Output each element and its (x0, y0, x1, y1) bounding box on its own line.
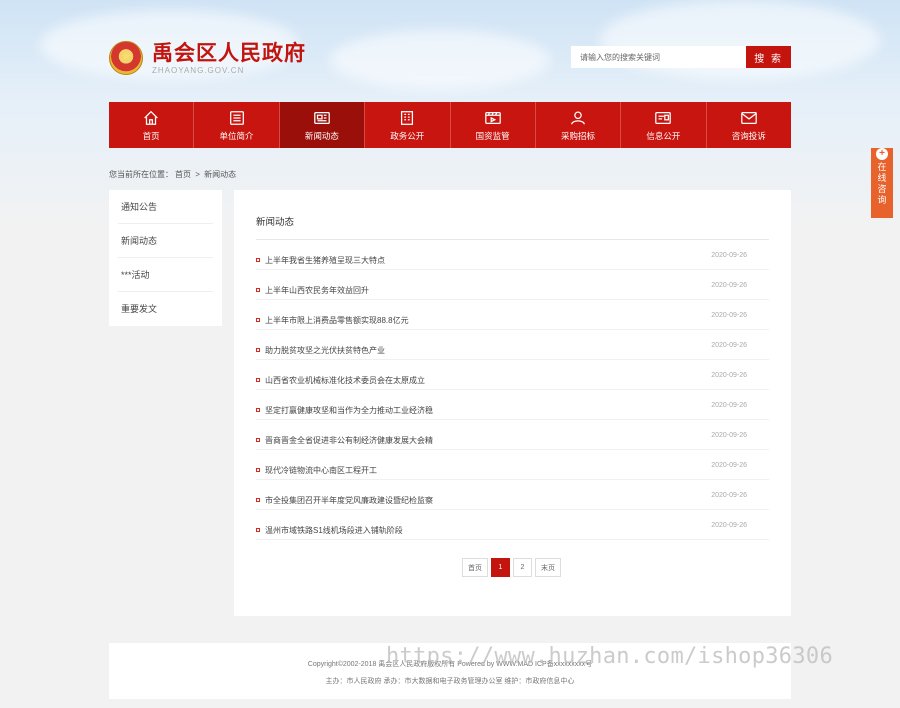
news-title[interactable]: 市全投集团召开半年度党风廉政建设暨纪检监察 (265, 495, 433, 506)
users-icon (571, 111, 585, 125)
breadcrumb-home[interactable]: 首页 (175, 170, 191, 179)
bullet-icon (256, 468, 260, 472)
breadcrumb: 您当前所在位置： 首页 > 新闻动态 (109, 169, 238, 180)
list-item[interactable]: 上半年我省生猪养殖呈现三大特点 2020-09-26 (256, 240, 769, 270)
news-title[interactable]: 助力脱贫攻坚之光伏扶贫特色产业 (265, 345, 385, 356)
sidebar-item-news[interactable]: 新闻动态 (118, 224, 213, 258)
nav-label: 政务公开 (390, 130, 425, 141)
breadcrumb-current[interactable]: 新闻动态 (204, 170, 236, 179)
consult-char: 询 (877, 195, 887, 205)
search-input[interactable] (571, 46, 747, 68)
nav-item-bidding[interactable]: 采购招标 (536, 102, 622, 148)
bullet-icon (256, 318, 260, 322)
sidebar-item-activities[interactable]: ***活动 (118, 258, 213, 292)
nav-item-home[interactable]: 首页 (109, 102, 195, 148)
plus-icon: + (876, 148, 888, 160)
news-date: 2020-09-26 (711, 312, 747, 319)
nav-item-about[interactable]: 单位简介 (194, 102, 280, 148)
bullet-icon (256, 258, 260, 262)
nav-label: 咨询投诉 (731, 130, 766, 141)
news-date: 2020-09-26 (711, 282, 747, 289)
building-icon (401, 110, 414, 125)
news-title[interactable]: 坚定打赢健康攻坚和当作为全力推动工业经济稳 (265, 405, 433, 416)
page-title: 新闻动态 (256, 214, 769, 240)
news-date: 2020-09-26 (711, 252, 747, 259)
video-icon (484, 111, 501, 124)
list-item[interactable]: 上半年市限上消费品零售额实现88.8亿元 2020-09-26 (256, 300, 769, 330)
nav-label: 单位简介 (219, 130, 254, 141)
sidebar: 通知公告 新闻动态 ***活动 重要发文 (109, 190, 222, 326)
home-icon (144, 110, 158, 125)
nav-item-assets[interactable]: 国资监管 (451, 102, 536, 148)
first-page-button[interactable]: 首页 (462, 558, 488, 577)
news-date: 2020-09-26 (711, 402, 747, 409)
bullet-icon (256, 288, 260, 292)
host-info: 主办：市人民政府 承办：市大数据和电子政务管理办公室 维护：市政府信息中心 (325, 678, 575, 685)
online-consult-button[interactable]: + 在 线 咨 询 (871, 148, 893, 218)
site-title: 禹会区人民政府 (152, 41, 306, 65)
news-icon (314, 111, 330, 124)
nav-item-news[interactable]: 新闻动态 (279, 102, 366, 148)
id-card-icon (655, 111, 672, 124)
search-button[interactable]: 搜 索 (746, 46, 791, 68)
news-date: 2020-09-26 (711, 372, 747, 379)
list-item[interactable]: 上半年山西农民务年效益回升 2020-09-26 (256, 270, 769, 300)
page-button[interactable]: 2 (513, 558, 532, 577)
list-item[interactable]: 晋商晋金全省促进非公有制经济健康发展大会精 2020-09-26 (256, 420, 769, 450)
bullet-icon (256, 348, 260, 352)
search-box: 搜 索 (571, 46, 791, 68)
news-title[interactable]: 温州市域铁路S1线机场段进入铺轨阶段 (265, 525, 403, 536)
consult-char: 线 (877, 173, 887, 183)
national-emblem-icon (109, 41, 143, 75)
nav-label: 首页 (142, 130, 160, 141)
news-title[interactable]: 上半年市限上消费品零售额实现88.8亿元 (265, 315, 409, 326)
mail-icon (740, 111, 757, 124)
pagination: 首页 1 2 末页 (462, 558, 564, 577)
breadcrumb-separator: > (195, 170, 200, 179)
nav-label: 新闻动态 (304, 130, 339, 141)
bullet-icon (256, 528, 260, 532)
news-date: 2020-09-26 (711, 432, 747, 439)
sidebar-item-notices[interactable]: 通知公告 (118, 190, 213, 224)
news-title[interactable]: 山西省农业机械标准化技术委员会在太原成立 (265, 375, 425, 386)
nav-label: 信息公开 (646, 130, 681, 141)
nav-label: 采购招标 (561, 130, 596, 141)
news-title[interactable]: 现代冷链物流中心南区工程开工 (265, 465, 377, 476)
news-date: 2020-09-26 (711, 522, 747, 529)
sidebar-item-documents[interactable]: 重要发文 (118, 292, 213, 326)
site-logo[interactable]: 禹会区人民政府 ZHAOYANG.GOV.CN (109, 38, 306, 78)
nav-item-consult[interactable]: 咨询投诉 (707, 102, 791, 148)
bullet-icon (256, 378, 260, 382)
news-title[interactable]: 上半年山西农民务年效益回升 (265, 285, 369, 296)
main-nav: 首页 单位简介 新闻动态 政务公开 国资监管 采购招标 信息公开 咨询投诉 (109, 102, 791, 148)
last-page-button[interactable]: 末页 (535, 558, 561, 577)
consult-char: 咨 (877, 184, 887, 194)
bullet-icon (256, 498, 260, 502)
list-item[interactable]: 温州市域铁路S1线机场段进入铺轨阶段 2020-09-26 (256, 510, 769, 540)
breadcrumb-prefix: 您当前所在位置： (109, 170, 173, 179)
consult-char: 在 (877, 162, 887, 172)
news-title[interactable]: 上半年我省生猪养殖呈现三大特点 (265, 255, 385, 266)
news-title[interactable]: 晋商晋金全省促进非公有制经济健康发展大会精 (265, 435, 433, 446)
main-content: 新闻动态 上半年我省生猪养殖呈现三大特点 2020-09-26 上半年山西农民务年… (234, 190, 791, 616)
bullet-icon (256, 438, 260, 442)
nav-item-info[interactable]: 信息公开 (621, 102, 707, 148)
list-item[interactable]: 坚定打赢健康攻坚和当作为全力推动工业经济稳 2020-09-26 (256, 390, 769, 420)
watermark: https://www.huzhan.com/ishop36306 (386, 644, 833, 669)
list-item[interactable]: 现代冷链物流中心南区工程开工 2020-09-26 (256, 450, 769, 480)
news-date: 2020-09-26 (711, 342, 747, 349)
list-icon (229, 110, 244, 125)
news-date: 2020-09-26 (711, 462, 747, 469)
list-item[interactable]: 市全投集团召开半年度党风廉政建设暨纪检监察 2020-09-26 (256, 480, 769, 510)
nav-label: 国资监管 (475, 130, 510, 141)
news-date: 2020-09-26 (711, 492, 747, 499)
list-item[interactable]: 山西省农业机械标准化技术委员会在太原成立 2020-09-26 (256, 360, 769, 390)
bullet-icon (256, 408, 260, 412)
nav-item-affairs[interactable]: 政务公开 (365, 102, 451, 148)
list-item[interactable]: 助力脱贫攻坚之光伏扶贫特色产业 2020-09-26 (256, 330, 769, 360)
page-button[interactable]: 1 (491, 558, 510, 577)
site-subtitle: ZHAOYANG.GOV.CN (152, 66, 245, 75)
